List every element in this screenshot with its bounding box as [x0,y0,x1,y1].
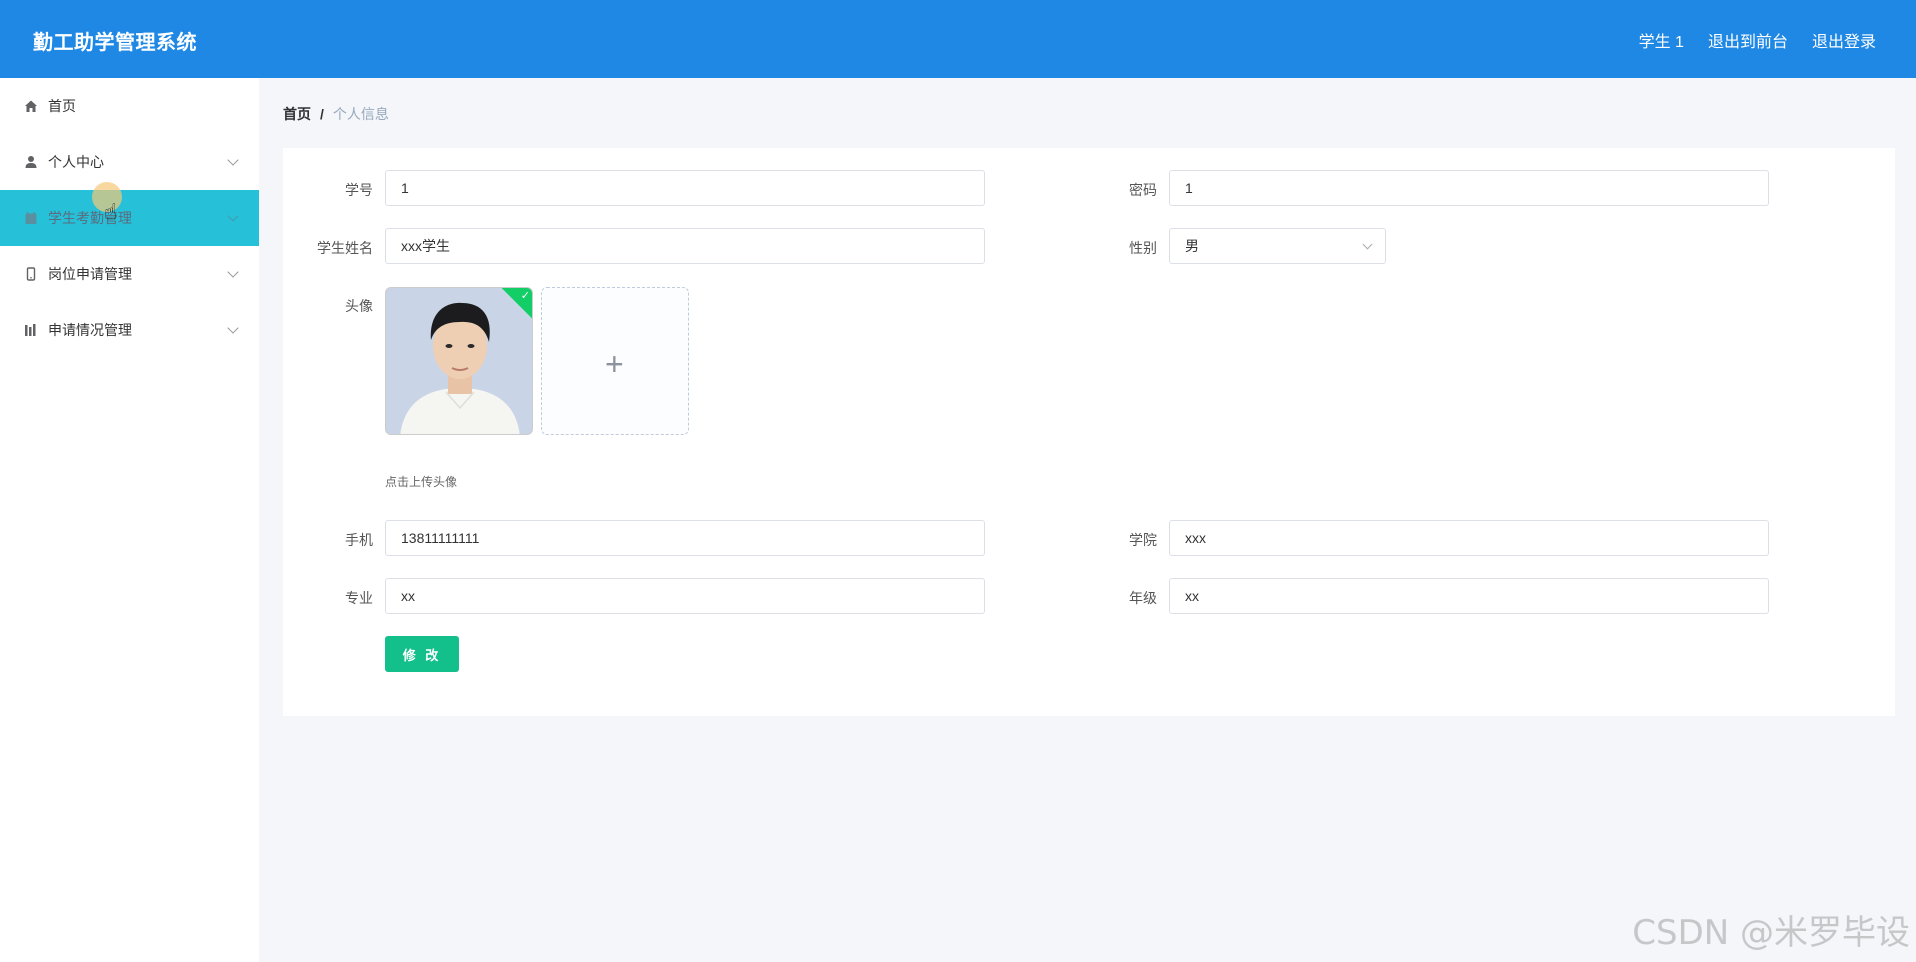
student-name-label: 学生姓名 [317,240,373,256]
breadcrumb-home[interactable]: 首页 [283,106,311,122]
home-icon [24,99,38,113]
hand-cursor-icon: ☝ [104,199,118,224]
avatar-label: 头像 [345,298,373,314]
sidebar: 首页 个人中心 学生考勤管理 岗位申请管理 申请情况管理 [0,78,259,962]
sidebar-item-label: 岗位申请管理 [48,266,132,282]
avatar-upload-hint: 点击上传头像 [385,475,458,489]
student-name-input[interactable]: xxx学生 [385,228,985,264]
avatar-thumbnail[interactable]: ✓ [385,287,533,435]
chevron-down-icon [227,322,239,334]
top-header: 勤工助学管理系统 学生 1 退出到前台 退出登录 [0,0,1916,78]
plus-icon: + [605,346,624,382]
sidebar-item-label: 个人中心 [48,154,104,170]
sidebar-item-label: 申请情况管理 [48,322,132,338]
sidebar-item-home[interactable]: 首页 [0,78,259,134]
current-user-link[interactable]: 学生 1 [1639,28,1684,52]
student-id-input[interactable]: 1 [385,170,985,206]
student-id-label: 学号 [345,182,373,198]
college-label: 学院 [1129,532,1157,548]
password-label: 密码 [1129,182,1157,198]
sidebar-item-application-status[interactable]: 申请情况管理 [0,302,259,358]
app-title: 勤工助学管理系统 [33,32,197,54]
chevron-down-icon [227,266,239,278]
header-links: 学生 1 退出到前台 退出登录 [1639,28,1876,52]
gender-select[interactable]: 男 [1169,228,1386,264]
phone-input[interactable]: 13811111111 [385,520,985,556]
sidebar-item-attendance[interactable]: 学生考勤管理 [0,190,259,246]
gender-select-value: 男 [1185,238,1199,254]
chevron-down-icon [1362,239,1373,250]
avatar-photo [386,288,532,434]
calendar-icon [24,211,38,225]
modify-button[interactable]: 修 改 [385,636,459,672]
major-label: 专业 [345,590,373,606]
sidebar-item-label: 学生考勤管理 [48,210,132,226]
breadcrumb: 首页 / 个人信息 [283,104,389,124]
major-input[interactable]: xx [385,578,985,614]
mobile-icon [24,267,38,281]
watermark: CSDN @米罗毕设 [1632,913,1910,953]
upload-avatar-button[interactable]: + [541,287,689,435]
logout-link[interactable]: 退出登录 [1812,28,1876,52]
chevron-down-icon [227,210,239,222]
sidebar-item-personal-center[interactable]: 个人中心 [0,134,259,190]
user-icon [24,155,38,169]
sidebar-item-job-application[interactable]: 岗位申请管理 [0,246,259,302]
grade-label: 年级 [1129,590,1157,606]
breadcrumb-current: 个人信息 [332,106,389,122]
check-icon: ✓ [520,290,530,302]
password-input[interactable]: 1 [1169,170,1769,206]
exit-to-front-link[interactable]: 退出到前台 [1708,28,1788,52]
breadcrumb-separator: / [320,106,324,122]
grade-input[interactable]: xx [1169,578,1769,614]
gender-label: 性别 [1129,240,1157,256]
sidebar-item-label: 首页 [48,98,76,114]
chevron-down-icon [227,154,239,166]
chart-icon [24,323,38,337]
phone-label: 手机 [345,532,373,548]
college-input[interactable]: xxx [1169,520,1769,556]
